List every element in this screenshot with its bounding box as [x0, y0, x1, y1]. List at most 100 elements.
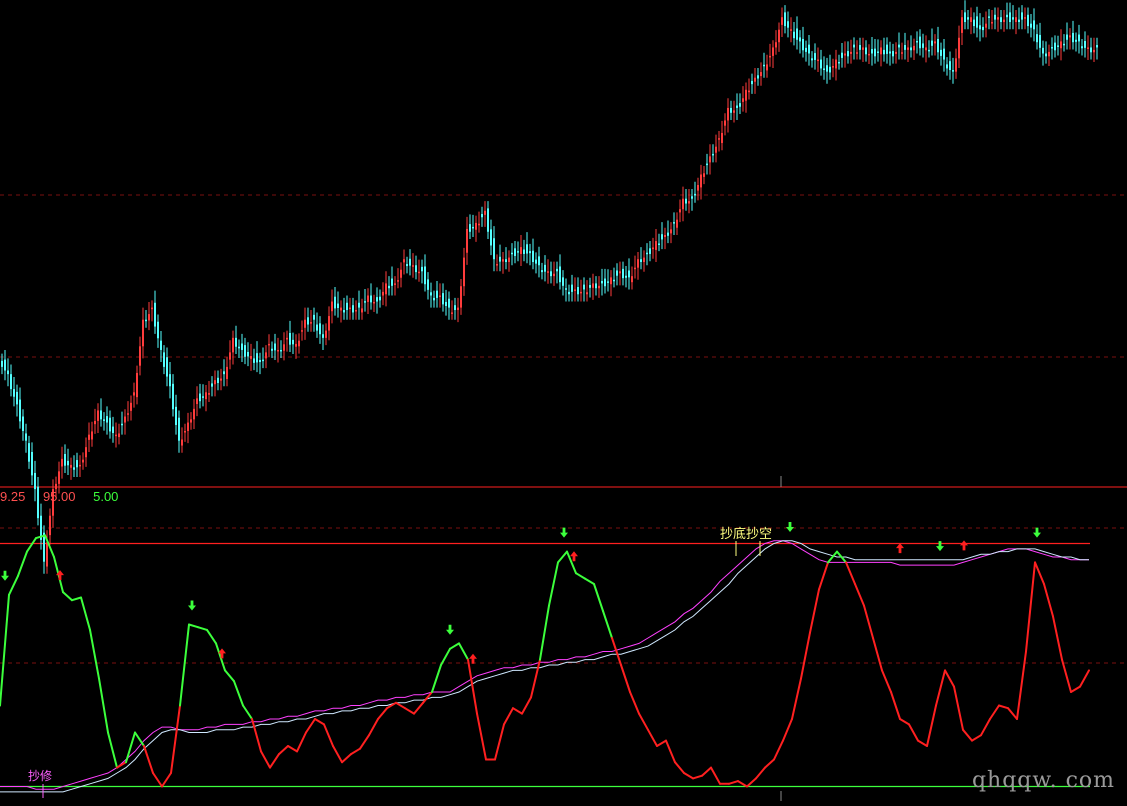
- arrow-down-icon: [1, 570, 9, 581]
- series-main-segment: [890, 691, 901, 720]
- candle-body: [232, 337, 234, 353]
- series-main-segment: [899, 718, 910, 726]
- series-main-segment: [449, 642, 460, 650]
- candle-body: [559, 266, 561, 283]
- series-main-segment: [845, 561, 856, 585]
- candle-body: [574, 289, 576, 291]
- series-main-segment: [395, 701, 406, 710]
- candle-body: [1087, 47, 1089, 49]
- candle-body: [337, 303, 339, 309]
- series-main-segment: [206, 628, 217, 645]
- series-main-segment: [926, 704, 937, 747]
- candle-body: [427, 279, 429, 290]
- candle-body: [853, 44, 855, 48]
- candle-body: [646, 252, 648, 255]
- series-main-segment: [503, 707, 514, 726]
- candle-body: [565, 288, 567, 290]
- candle-body: [931, 40, 933, 46]
- series-main-segment: [728, 780, 739, 785]
- candle-body: [475, 222, 477, 230]
- candle-body: [1081, 46, 1083, 49]
- candle-body: [841, 52, 843, 58]
- candle-body: [25, 433, 27, 441]
- candle-body: [34, 472, 36, 490]
- candle-body: [619, 271, 621, 274]
- series-main-segment: [557, 550, 568, 564]
- candle-body: [205, 392, 207, 400]
- candle-body: [532, 250, 534, 263]
- candle-body: [664, 235, 666, 238]
- candle-body: [607, 281, 609, 283]
- series-main-segment: [962, 728, 973, 742]
- candle-body: [388, 285, 390, 289]
- candle-body: [121, 423, 123, 426]
- candle-body: [139, 346, 141, 366]
- candle-body: [820, 59, 822, 69]
- series-main-segment: [674, 761, 685, 774]
- candle-body: [1060, 41, 1062, 49]
- candle-body: [568, 291, 570, 295]
- candle-body: [874, 48, 876, 57]
- candle-body: [208, 393, 210, 395]
- candle-body: [289, 333, 291, 345]
- candle-body: [601, 280, 603, 284]
- candle-body: [706, 163, 708, 166]
- candle-body: [1069, 35, 1071, 38]
- candle-body: [79, 464, 81, 467]
- candle-body: [478, 223, 480, 226]
- series-main-segment: [539, 604, 550, 661]
- candle-body: [226, 366, 228, 379]
- series-main-segment: [17, 550, 28, 577]
- candle-body: [361, 308, 363, 313]
- series-main-segment: [980, 718, 991, 737]
- candle-body: [919, 36, 921, 49]
- candle-body: [811, 58, 813, 61]
- candle-body: [991, 22, 993, 24]
- candle-body: [955, 58, 957, 72]
- candle-body: [448, 298, 450, 308]
- candle-body: [844, 53, 846, 56]
- candle-body: [367, 295, 369, 302]
- candle-body: [883, 49, 885, 55]
- candle-body: [949, 61, 951, 71]
- candle-body: [799, 37, 801, 42]
- candle-body: [112, 426, 114, 434]
- candle-body: [100, 410, 102, 420]
- candle-body: [835, 59, 837, 69]
- candle-body: [922, 43, 924, 48]
- candle-body: [970, 17, 972, 23]
- candle-body: [190, 419, 192, 423]
- candle-body: [445, 301, 447, 306]
- candle-body: [181, 439, 183, 446]
- candle-body: [589, 285, 591, 288]
- candle-body: [373, 301, 375, 304]
- candle-body: [700, 174, 702, 188]
- candle-body: [70, 464, 72, 468]
- series-main-segment: [701, 766, 712, 777]
- candle-body: [673, 222, 675, 224]
- candle-body: [658, 243, 660, 245]
- candle-body: [661, 234, 663, 240]
- candle-body: [1012, 17, 1014, 20]
- candlestick-series: [1, 0, 1098, 574]
- candle-body: [322, 334, 324, 338]
- candle-body: [376, 297, 378, 302]
- candle-body: [1015, 17, 1017, 23]
- series-main-segment: [242, 704, 253, 720]
- readout-value-1: 9.25: [0, 489, 26, 504]
- series-main-segment: [8, 574, 19, 596]
- candle-body: [73, 467, 75, 470]
- candle-body: [616, 270, 618, 276]
- candle-body: [934, 41, 936, 44]
- series-main-segment: [80, 596, 91, 631]
- series-main-segment: [521, 696, 532, 715]
- candle-body: [31, 451, 33, 476]
- candle-body: [649, 248, 651, 254]
- candle-body: [985, 23, 987, 28]
- series-main-segment: [755, 766, 766, 780]
- candle-body: [910, 47, 912, 51]
- candle-body: [997, 17, 999, 20]
- candle-body: [109, 417, 111, 432]
- arrow-down-icon: [188, 600, 197, 611]
- candle-body: [229, 352, 231, 360]
